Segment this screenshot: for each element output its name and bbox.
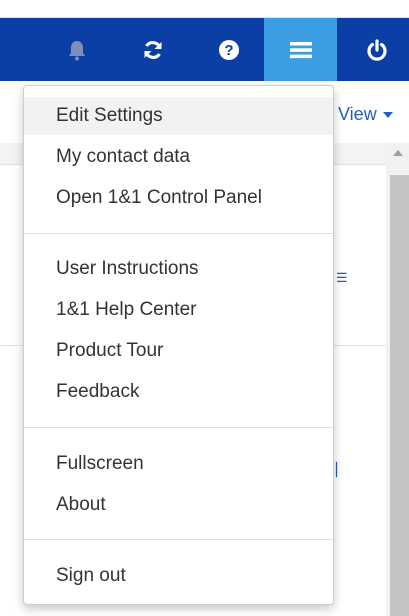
svg-text:?: ? (224, 42, 233, 59)
menu-item-help-center[interactable]: 1&1 Help Center (24, 291, 333, 329)
caret-down-icon (382, 112, 393, 119)
menu-item-product-tour[interactable]: Product Tour (24, 332, 333, 370)
main-menu-button[interactable] (264, 18, 337, 81)
logout-button[interactable] (352, 18, 402, 81)
help-button[interactable]: ? (200, 18, 258, 81)
notifications-button[interactable] (52, 18, 102, 81)
partial-icon: ▏ (336, 462, 346, 477)
power-icon (366, 38, 388, 61)
menu-item-my-contact-data[interactable]: My contact data (24, 138, 333, 176)
scrollbar-thumb[interactable] (390, 175, 409, 616)
top-strip (0, 0, 409, 18)
refresh-icon (142, 39, 164, 61)
menu-item-feedback[interactable]: Feedback (24, 373, 333, 411)
partial-icon: ☰ (336, 270, 348, 285)
menu-icon (289, 40, 313, 60)
bell-icon (67, 39, 87, 61)
refresh-button[interactable] (124, 18, 182, 81)
menu-item-user-instructions[interactable]: User Instructions (24, 250, 333, 288)
view-label: View (338, 104, 377, 124)
view-dropdown[interactable]: View (338, 104, 393, 125)
menu-item-open-control-panel[interactable]: Open 1&1 Control Panel (24, 179, 333, 217)
help-icon: ? (218, 39, 240, 61)
menu-separator (24, 427, 333, 428)
scroll-up-arrow-icon[interactable] (393, 150, 403, 156)
menu-item-fullscreen[interactable]: Fullscreen (24, 445, 333, 483)
menu-item-about[interactable]: About (24, 486, 333, 524)
page: ? View ☰ ▏ Edit Settings My contact data… (0, 0, 409, 616)
toolbar: ? (0, 18, 409, 81)
main-dropdown-menu: Edit Settings My contact data Open 1&1 C… (23, 85, 334, 605)
menu-item-edit-settings[interactable]: Edit Settings (24, 97, 333, 135)
menu-item-sign-out[interactable]: Sign out (24, 557, 333, 595)
menu-separator (24, 539, 333, 540)
menu-separator (24, 233, 333, 234)
